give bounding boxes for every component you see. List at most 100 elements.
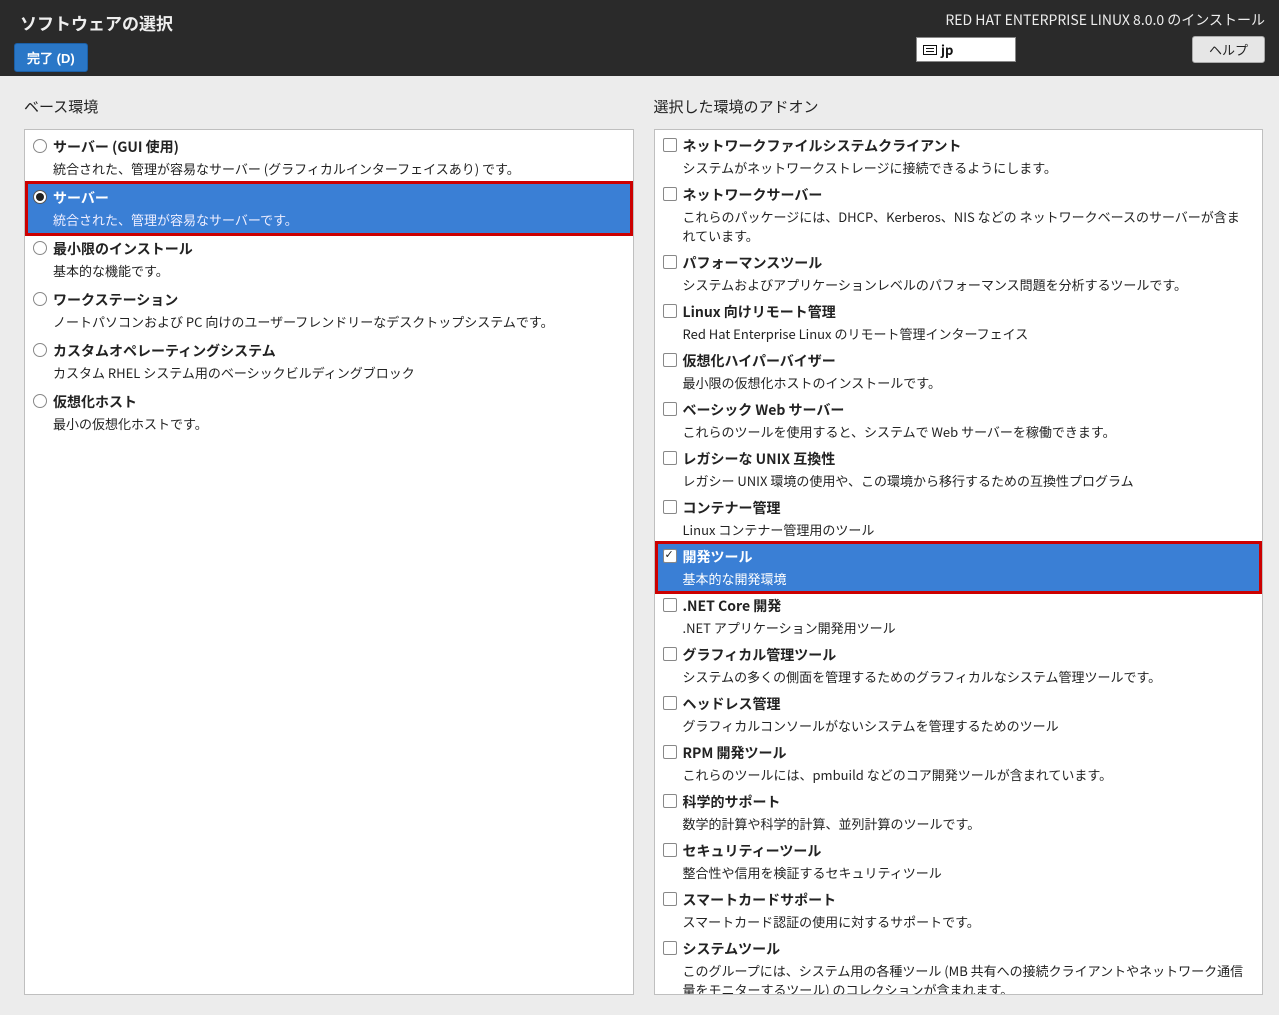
keyboard-indicator[interactable]: jp <box>916 37 1016 62</box>
base-env-item[interactable]: ワークステーションノートパソコンおよび PC 向けのユーザーフレンドリーなデスク… <box>27 285 631 336</box>
addon-checkbox[interactable] <box>663 843 677 857</box>
addon-text: 開発ツール基本的な開発環境 <box>683 547 1253 588</box>
addon-text: ヘッドレス管理グラフィカルコンソールがないシステムを管理するためのツール <box>683 694 1253 735</box>
addon-text: Linux 向けリモート管理Red Hat Enterprise Linux の… <box>683 302 1253 343</box>
addon-desc: このグループには、システム用の各種ツール (MB 共有への接続クライアントやネッ… <box>683 961 1253 995</box>
base-env-text: サーバー統合された、管理が容易なサーバーです。 <box>53 188 623 229</box>
base-env-radio[interactable] <box>33 343 47 357</box>
base-env-label: 最小限のインストール <box>53 239 623 259</box>
addon-label: ヘッドレス管理 <box>683 694 1253 714</box>
addon-checkbox[interactable] <box>663 138 677 152</box>
addon-item[interactable]: 開発ツール基本的な開発環境 <box>657 543 1261 592</box>
addon-checkbox[interactable] <box>663 647 677 661</box>
install-title: RED HAT ENTERPRISE LINUX 8.0.0 のインストール <box>945 10 1265 30</box>
addon-checkbox[interactable] <box>663 696 677 710</box>
addon-list[interactable]: ネットワークファイルシステムクライアントシステムがネットワークストレージに接続で… <box>654 129 1264 995</box>
addon-item[interactable]: 仮想化ハイパーバイザー最小限の仮想化ホストのインストールです。 <box>657 347 1261 396</box>
addon-label: コンテナー管理 <box>683 498 1253 518</box>
addon-label: ネットワークサーバー <box>683 185 1253 205</box>
addon-item[interactable]: グラフィカル管理ツールシステムの多くの側面を管理するためのグラフィカルなシステム… <box>657 641 1261 690</box>
base-env-title: ベース環境 <box>24 96 634 117</box>
base-env-item[interactable]: サーバー統合された、管理が容易なサーバーです。 <box>27 183 631 234</box>
base-env-desc: 基本的な機能です。 <box>53 261 623 280</box>
addon-desc: Red Hat Enterprise Linux のリモート管理インターフェイス <box>683 324 1253 343</box>
addon-item[interactable]: RPM 開発ツールこれらのツールには、pmbuild などのコア開発ツールが含ま… <box>657 739 1261 788</box>
addon-item[interactable]: ベーシック Web サーバーこれらのツールを使用すると、システムで Web サー… <box>657 396 1261 445</box>
addon-label: RPM 開発ツール <box>683 743 1253 763</box>
base-env-desc: 統合された、管理が容易なサーバー (グラフィカルインターフェイスあり) です。 <box>53 159 623 178</box>
addon-label: スマートカードサポート <box>683 890 1253 910</box>
header-row2: jp ヘルプ <box>916 36 1265 63</box>
addon-checkbox[interactable] <box>663 794 677 808</box>
addon-text: セキュリティーツール整合性や信用を検証するセキュリティツール <box>683 841 1253 882</box>
addon-desc: 基本的な開発環境 <box>683 569 1253 588</box>
addon-checkbox[interactable] <box>663 892 677 906</box>
addon-checkbox[interactable] <box>663 255 677 269</box>
addon-label: .NET Core 開発 <box>683 596 1253 616</box>
addon-text: グラフィカル管理ツールシステムの多くの側面を管理するためのグラフィカルなシステム… <box>683 645 1253 686</box>
addon-item[interactable]: Linux 向けリモート管理Red Hat Enterprise Linux の… <box>657 298 1261 347</box>
addon-text: レガシーな UNIX 互換性レガシー UNIX 環境の使用や、この環境から移行す… <box>683 449 1253 490</box>
page-title: ソフトウェアの選択 <box>14 6 173 35</box>
addon-checkbox[interactable] <box>663 941 677 955</box>
addon-text: 科学的サポート数学的計算や科学的計算、並列計算のツールです。 <box>683 792 1253 833</box>
base-env-radio[interactable] <box>33 292 47 306</box>
base-env-item[interactable]: 最小限のインストール基本的な機能です。 <box>27 234 631 285</box>
addon-desc: Linux コンテナー管理用のツール <box>683 520 1253 539</box>
base-env-item[interactable]: 仮想化ホスト最小の仮想化ホストです。 <box>27 387 631 438</box>
addon-label: 科学的サポート <box>683 792 1253 812</box>
addon-checkbox[interactable] <box>663 451 677 465</box>
keyboard-icon <box>923 45 937 55</box>
addon-item[interactable]: ヘッドレス管理グラフィカルコンソールがないシステムを管理するためのツール <box>657 690 1261 739</box>
base-env-label: サーバー <box>53 188 623 208</box>
addon-item[interactable]: セキュリティーツール整合性や信用を検証するセキュリティツール <box>657 837 1261 886</box>
addon-desc: グラフィカルコンソールがないシステムを管理するためのツール <box>683 716 1253 735</box>
addon-item[interactable]: コンテナー管理 Linux コンテナー管理用のツール <box>657 494 1261 543</box>
addon-item[interactable]: パフォーマンスツールシステムおよびアプリケーションレベルのパフォーマンス問題を分… <box>657 249 1261 298</box>
addon-checkbox[interactable] <box>663 598 677 612</box>
base-env-label: サーバー (GUI 使用) <box>53 137 623 157</box>
base-env-text: サーバー (GUI 使用) 統合された、管理が容易なサーバー (グラフィカルインタ… <box>53 137 623 178</box>
base-env-radio[interactable] <box>33 394 47 408</box>
addon-text: ネットワークファイルシステムクライアントシステムがネットワークストレージに接続で… <box>683 136 1253 177</box>
help-button[interactable]: ヘルプ <box>1192 36 1265 63</box>
addon-checkbox[interactable] <box>663 402 677 416</box>
addon-item[interactable]: スマートカードサポートスマートカード認証の使用に対するサポートです。 <box>657 886 1261 935</box>
addon-text: コンテナー管理 Linux コンテナー管理用のツール <box>683 498 1253 539</box>
addon-desc: システムの多くの側面を管理するためのグラフィカルなシステム管理ツールです。 <box>683 667 1253 686</box>
addon-item[interactable]: ネットワークサーバーこれらのパッケージには、DHCP、Kerberos、NIS … <box>657 181 1261 249</box>
addon-label: ネットワークファイルシステムクライアント <box>683 136 1253 156</box>
addon-text: ネットワークサーバーこれらのパッケージには、DHCP、Kerberos、NIS … <box>683 185 1253 245</box>
addon-checkbox[interactable] <box>663 353 677 367</box>
addon-desc: これらのツールには、pmbuild などのコア開発ツールが含まれています。 <box>683 765 1253 784</box>
addon-desc: 整合性や信用を検証するセキュリティツール <box>683 863 1253 882</box>
addon-checkbox[interactable] <box>663 500 677 514</box>
addon-checkbox[interactable] <box>663 549 677 563</box>
addon-checkbox[interactable] <box>663 745 677 759</box>
addon-item[interactable]: ネットワークファイルシステムクライアントシステムがネットワークストレージに接続で… <box>657 132 1261 181</box>
addon-text: 仮想化ハイパーバイザー最小限の仮想化ホストのインストールです。 <box>683 351 1253 392</box>
addon-item[interactable]: システムツールこのグループには、システム用の各種ツール (MB 共有への接続クラ… <box>657 935 1261 995</box>
addon-text: パフォーマンスツールシステムおよびアプリケーションレベルのパフォーマンス問題を分… <box>683 253 1253 294</box>
base-env-radio[interactable] <box>33 241 47 255</box>
base-env-radio[interactable] <box>33 190 47 204</box>
addon-checkbox[interactable] <box>663 304 677 318</box>
addon-item[interactable]: .NET Core 開発 .NET アプリケーション開発用ツール <box>657 592 1261 641</box>
addon-checkbox[interactable] <box>663 187 677 201</box>
addon-text: スマートカードサポートスマートカード認証の使用に対するサポートです。 <box>683 890 1253 931</box>
addon-item[interactable]: 科学的サポート数学的計算や科学的計算、並列計算のツールです。 <box>657 788 1261 837</box>
header: ソフトウェアの選択 完了 (D) RED HAT ENTERPRISE LINU… <box>0 0 1279 76</box>
base-env-item[interactable]: サーバー (GUI 使用) 統合された、管理が容易なサーバー (グラフィカルインタ… <box>27 132 631 183</box>
base-env-item[interactable]: カスタムオペレーティングシステムカスタム RHEL システム用のベーシックビルデ… <box>27 336 631 387</box>
base-env-radio[interactable] <box>33 139 47 153</box>
base-env-list[interactable]: サーバー (GUI 使用) 統合された、管理が容易なサーバー (グラフィカルインタ… <box>24 129 634 995</box>
addon-item[interactable]: レガシーな UNIX 互換性レガシー UNIX 環境の使用や、この環境から移行す… <box>657 445 1261 494</box>
addon-text: .NET Core 開発 .NET アプリケーション開発用ツール <box>683 596 1253 637</box>
base-env-desc: カスタム RHEL システム用のベーシックビルディングブロック <box>53 363 623 382</box>
done-button[interactable]: 完了 (D) <box>14 43 88 72</box>
addon-desc: 最小限の仮想化ホストのインストールです。 <box>683 373 1253 392</box>
header-right: RED HAT ENTERPRISE LINUX 8.0.0 のインストール j… <box>916 6 1265 63</box>
addon-desc: .NET アプリケーション開発用ツール <box>683 618 1253 637</box>
addon-text: RPM 開発ツールこれらのツールには、pmbuild などのコア開発ツールが含ま… <box>683 743 1253 784</box>
addon-label: パフォーマンスツール <box>683 253 1253 273</box>
